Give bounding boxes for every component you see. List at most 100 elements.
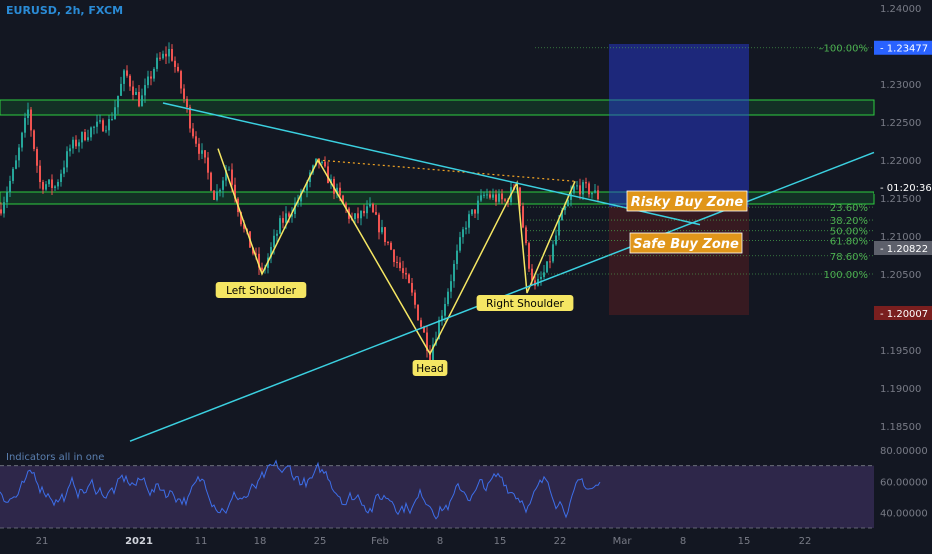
candle-body — [378, 214, 380, 233]
price-label: - 01:20:36 — [880, 183, 932, 194]
candle-body — [18, 147, 20, 161]
candle-body — [222, 180, 224, 190]
risky-buy-zone-label: Risky Buy Zone — [631, 195, 744, 210]
time-tick: 11 — [195, 536, 208, 547]
rsi-tick: 40.00000 — [880, 508, 928, 519]
candle-body — [96, 121, 98, 127]
candle-body — [573, 186, 575, 193]
price-label: - 1.20007 — [880, 309, 928, 320]
candle-body — [84, 132, 86, 141]
candle-body — [555, 235, 557, 245]
long-position-stop — [609, 207, 749, 315]
candle-body — [594, 190, 596, 193]
candle-body — [459, 237, 461, 251]
candle-body — [462, 229, 464, 238]
candle-body — [147, 76, 149, 86]
candle-body — [54, 186, 56, 188]
price-tick: 1.21500 — [880, 194, 921, 205]
candle-body — [483, 194, 485, 196]
left-shoulder-label: Left Shoulder — [226, 285, 297, 297]
rsi-tick: 80.00000 — [880, 446, 928, 457]
candle-body — [396, 261, 398, 263]
candle-body — [81, 132, 83, 143]
candle-body — [153, 68, 155, 79]
symbol-title: EURUSD, 2h, FXCM — [6, 4, 124, 17]
candle-body — [495, 194, 497, 202]
candle-body — [393, 249, 395, 262]
rsi-band — [0, 465, 874, 528]
price-tick: 1.23000 — [880, 80, 921, 91]
price-tick: 1.19000 — [880, 384, 921, 395]
candle-body — [141, 95, 143, 107]
candle-body — [369, 203, 371, 207]
candle-body — [111, 118, 113, 120]
candle-body — [390, 242, 392, 250]
candle-body — [132, 86, 134, 95]
candle-body — [228, 169, 230, 171]
rsi-tick: 60.00000 — [880, 477, 928, 488]
candle-body — [15, 160, 17, 169]
candle-body — [21, 132, 23, 148]
candle-body — [159, 57, 161, 59]
candle-body — [480, 195, 482, 201]
candle-body — [486, 194, 488, 196]
candle-body — [504, 199, 506, 201]
candle-body — [360, 210, 362, 219]
candle-body — [408, 274, 410, 283]
candle-body — [381, 227, 383, 233]
candle-body — [9, 180, 11, 193]
candle-body — [156, 57, 158, 69]
candle-body — [126, 70, 128, 76]
candle-body — [219, 189, 221, 192]
long-position-target — [609, 44, 749, 207]
right-shoulder-label: Right Shoulder — [486, 298, 564, 310]
price-tick: 1.22000 — [880, 156, 921, 167]
candle-body — [420, 320, 422, 327]
price-tick: 1.24000 — [880, 4, 921, 15]
candle-body — [33, 130, 35, 149]
candle-body — [108, 119, 110, 131]
candle-body — [168, 49, 170, 57]
time-tick: 22 — [799, 536, 812, 547]
candle-body — [384, 227, 386, 243]
candle-body — [57, 181, 59, 187]
time-tick: 15 — [494, 536, 507, 547]
candle-body — [579, 185, 581, 195]
candle-body — [6, 192, 8, 203]
candle-body — [123, 70, 125, 84]
candle-body — [186, 98, 188, 108]
candle-body — [447, 291, 449, 305]
candle-body — [105, 130, 107, 132]
fib-label: –100.00% — [819, 44, 869, 55]
safe-buy-zone-label: Safe Buy Zone — [633, 237, 739, 252]
time-tick: 25 — [314, 536, 327, 547]
candle-body — [387, 242, 389, 244]
candle-body — [540, 276, 542, 279]
time-tick: 21 — [36, 536, 49, 547]
candle-body — [417, 304, 419, 321]
candle-body — [216, 191, 218, 200]
candle-body — [585, 182, 587, 184]
candle-body — [144, 85, 146, 96]
candle-body — [399, 262, 401, 269]
candle-body — [87, 137, 89, 141]
candle-body — [597, 190, 599, 200]
candle-body — [42, 182, 44, 190]
chart-stage[interactable]: –100.00% 23.60% 38.20% 50.00% 61.80% 78.60% 10… — [0, 0, 932, 550]
candle-body — [72, 139, 74, 149]
candle-body — [501, 193, 503, 200]
candle-body — [576, 185, 578, 187]
candle-body — [48, 179, 50, 185]
candle-body — [405, 273, 407, 275]
candle-body — [414, 292, 416, 305]
candle-body — [180, 71, 182, 89]
fib-label: 100.00% — [824, 270, 869, 281]
candle-body — [411, 282, 413, 293]
time-tick: 15 — [738, 536, 751, 547]
price-tick: 1.22500 — [880, 118, 921, 129]
candle-body — [444, 304, 446, 316]
price-chart[interactable]: –100.00%23.60%38.20%50.00%61.80%78.60%10… — [0, 0, 932, 550]
candle-body — [114, 107, 116, 119]
candle-body — [24, 117, 26, 133]
candle-body — [282, 218, 284, 223]
